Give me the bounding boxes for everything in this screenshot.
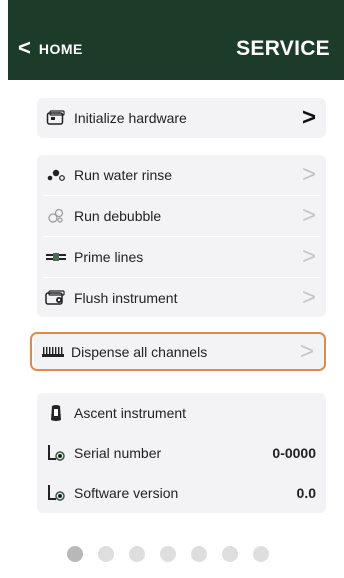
initialize-hardware-item[interactable]: Initialize hardware >	[37, 98, 326, 138]
prime-lines-item[interactable]: Prime lines >	[37, 237, 326, 277]
page-indicator	[67, 546, 269, 562]
instrument-icon	[45, 404, 67, 422]
serial-number-row: Serial number 0-0000	[37, 433, 326, 473]
chevron-right-icon: >	[301, 202, 316, 229]
back-home-label: HOME	[38, 41, 83, 57]
chevron-right-icon: >	[299, 338, 314, 365]
hardware-icon	[45, 109, 67, 127]
page-dot[interactable]	[129, 546, 145, 562]
serial-number-label: Serial number	[74, 445, 162, 461]
instrument-info-card: Ascent instrument Serial number 0-0000 S…	[37, 393, 326, 513]
chevron-left-icon: <	[18, 35, 31, 60]
run-debubble-label: Run debubble	[74, 208, 162, 224]
connector-icon	[45, 484, 67, 502]
software-version-row: Software version 0.0	[37, 473, 326, 513]
page-dot[interactable]	[98, 546, 114, 562]
page-dot[interactable]	[191, 546, 207, 562]
flush-instrument-item[interactable]: Flush instrument >	[37, 278, 326, 318]
serial-number-value: 0-0000	[272, 445, 316, 461]
bubbles-icon	[45, 207, 67, 225]
ascent-instrument-label: Ascent instrument	[74, 405, 187, 421]
maintenance-card: Run water rinse > Run debubble > Prime l…	[37, 155, 326, 317]
app-header: < HOME SERVICE	[8, 0, 344, 80]
page-dot[interactable]	[160, 546, 176, 562]
page-dot[interactable]	[253, 546, 269, 562]
back-home-button[interactable]: < HOME	[18, 35, 83, 60]
chevron-right-icon: >	[301, 104, 316, 131]
flush-icon	[45, 289, 67, 307]
initialize-card: Initialize hardware >	[37, 98, 326, 138]
connector-icon	[45, 444, 67, 462]
software-version-value: 0.0	[296, 485, 316, 501]
initialize-hardware-label: Initialize hardware	[74, 110, 187, 126]
prime-lines-label: Prime lines	[74, 249, 144, 265]
water-drops-icon	[45, 166, 67, 184]
chevron-right-icon: >	[301, 161, 316, 188]
dispense-all-channels-item[interactable]: Dispense all channels >	[34, 334, 324, 369]
channels-icon	[42, 343, 64, 361]
dispense-all-channels-label: Dispense all channels	[71, 343, 208, 360]
flush-instrument-label: Flush instrument	[74, 290, 178, 306]
run-debubble-item[interactable]: Run debubble >	[37, 196, 326, 236]
chevron-right-icon: >	[301, 284, 316, 311]
page-dot[interactable]	[222, 546, 238, 562]
chevron-right-icon: >	[301, 243, 316, 270]
ascent-instrument-row: Ascent instrument	[37, 393, 326, 433]
software-version-label: Software version	[74, 485, 179, 501]
lines-icon	[45, 248, 67, 266]
page-title: SERVICE	[236, 37, 330, 60]
page-dot[interactable]	[67, 546, 83, 562]
run-water-rinse-label: Run water rinse	[74, 167, 173, 183]
run-water-rinse-item[interactable]: Run water rinse >	[37, 155, 326, 195]
dispense-card: Dispense all channels >	[34, 334, 324, 369]
